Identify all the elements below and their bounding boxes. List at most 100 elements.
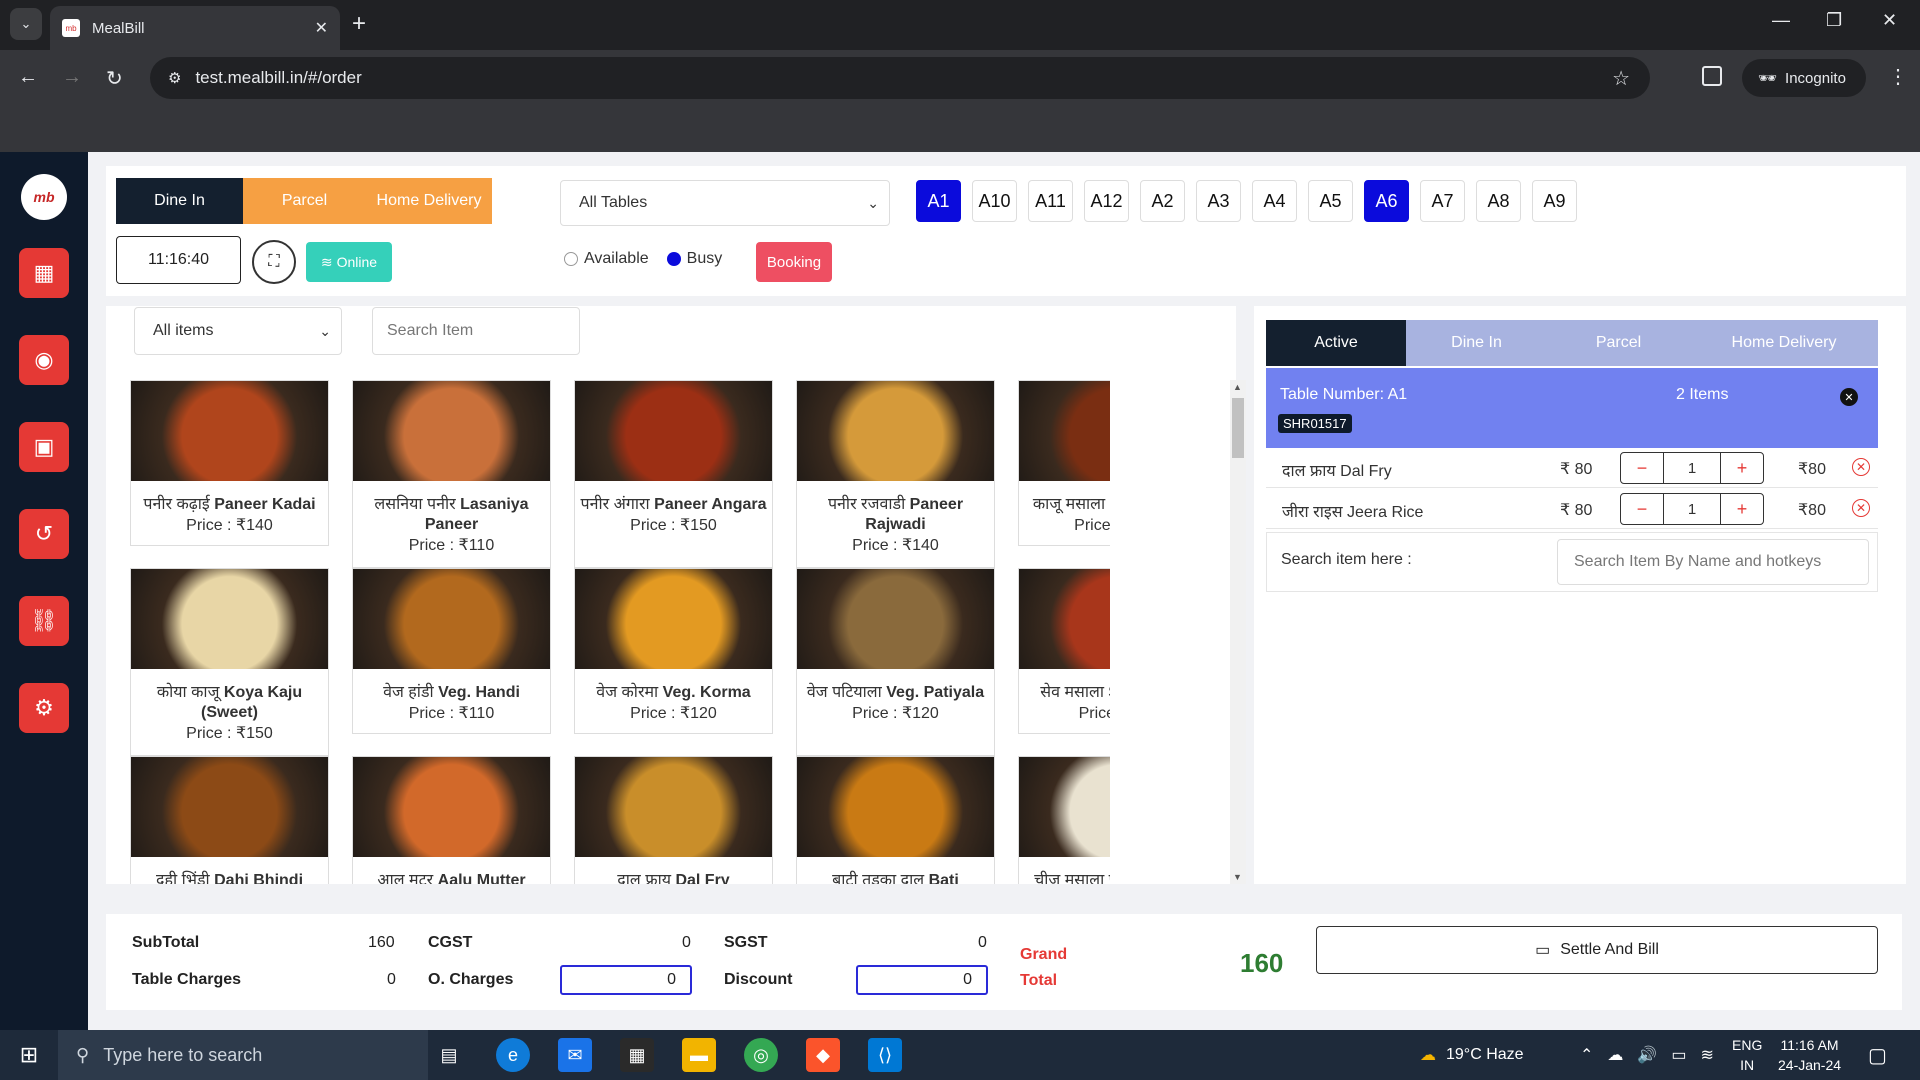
table-button-a9[interactable]: A9 [1532, 180, 1577, 222]
clock-widget[interactable]: 11:16 AM 24-Jan-24 [1778, 1030, 1841, 1080]
site-info-icon[interactable]: ⚙ [168, 69, 181, 87]
battery-icon[interactable]: ▭ [1671, 1045, 1686, 1065]
close-window-button[interactable]: ✕ [1882, 10, 1897, 31]
forward-icon[interactable]: → [62, 66, 82, 89]
table-button-a3[interactable]: A3 [1196, 180, 1241, 222]
browser-menu-icon[interactable]: ⋮ [1888, 64, 1908, 89]
menu-item-card[interactable]: काजू मसाला Kaju Masala Price : ₹140 [1018, 380, 1110, 546]
menu-scrollbar[interactable]: ▲ ▼ [1230, 380, 1246, 884]
table-button-a5[interactable]: A5 [1308, 180, 1353, 222]
settings-icon[interactable]: ⚙ [19, 683, 69, 733]
address-bar[interactable]: ⚙ test.mealbill.in/#/order ☆ [150, 57, 1650, 99]
table-filter-select[interactable]: All Tables ⌄ [560, 180, 890, 226]
minimize-button[interactable]: — [1772, 10, 1790, 31]
mail-icon[interactable]: ✉ [558, 1038, 592, 1072]
remove-item-icon[interactable]: ✕ [1852, 499, 1870, 517]
weather-widget[interactable]: ☁ 19°C Haze [1420, 1030, 1524, 1080]
order-type-dine-in[interactable]: Dine In [116, 178, 243, 224]
chevron-up-icon[interactable]: ⌃ [1580, 1045, 1593, 1065]
region-code: IN [1740, 1057, 1755, 1073]
tab-dine-in[interactable]: Dine In [1406, 320, 1547, 366]
dashboard-icon[interactable]: ▦ [19, 248, 69, 298]
settle-and-bill-button[interactable]: ▭ Settle And Bill [1316, 926, 1878, 974]
taskbar-search[interactable]: ⚲ Type here to search [58, 1030, 428, 1080]
booking-button[interactable]: Booking [756, 242, 832, 282]
tab-home-delivery[interactable]: Home Delivery [1690, 320, 1878, 366]
reload-icon[interactable]: ↻ [106, 66, 123, 91]
wifi-icon[interactable]: ≋ [1700, 1045, 1713, 1065]
restore-button[interactable]: ❐ [1826, 10, 1842, 31]
menu-item-card[interactable]: आलू मटर Aalu Mutter [352, 756, 551, 884]
incognito-badge[interactable]: 🕶 Incognito [1742, 59, 1866, 97]
decrease-qty-button[interactable]: − [1621, 453, 1663, 483]
link-icon[interactable]: ⛓ [19, 596, 69, 646]
onedrive-icon[interactable]: ☁ [1607, 1045, 1623, 1065]
menu-item-card[interactable]: लसनिया पनीर Lasaniya Paneer Price : ₹110 [352, 380, 551, 568]
qty-input[interactable]: 1 [1663, 453, 1721, 483]
scroll-up-icon[interactable]: ▲ [1233, 382, 1242, 392]
menu-item-card[interactable]: वेज हांडी Veg. Handi Price : ₹110 [352, 568, 551, 734]
wallet-icon[interactable]: ▣ [19, 422, 69, 472]
file-explorer-icon[interactable]: ▬ [682, 1038, 716, 1072]
category-select[interactable]: All items ⌄ [134, 307, 342, 355]
menu-item-card[interactable]: दाल फ्राय Dal Fry [574, 756, 773, 884]
new-tab-button[interactable]: + [352, 10, 366, 38]
tab-search-button[interactable]: ⌄ [10, 8, 42, 40]
online-status-button[interactable]: ≋ Online [306, 242, 392, 282]
notification-icon[interactable]: ▢ [1868, 1030, 1887, 1080]
volume-icon[interactable]: 🔊 [1637, 1045, 1657, 1065]
side-panel-icon[interactable] [1702, 66, 1722, 86]
table-button-a6[interactable]: A6 [1364, 180, 1409, 222]
table-button-a2[interactable]: A2 [1140, 180, 1185, 222]
order-search-input[interactable]: Search Item By Name and hotkeys [1557, 539, 1869, 585]
store-icon[interactable]: ▦ [620, 1038, 654, 1072]
vscode-icon[interactable]: ⟨⟩ [868, 1038, 902, 1072]
brave-icon[interactable]: ◆ [806, 1038, 840, 1072]
table-button-a1[interactable]: A1 [916, 180, 961, 222]
tab-active[interactable]: Active [1266, 320, 1406, 366]
menu-item-card[interactable]: पनीर अंगारा Paneer Angara Price : ₹150 [574, 380, 773, 568]
order-icon[interactable]: ◉ [19, 335, 69, 385]
menu-item-card[interactable]: बाटी तड़का दाल Bati [796, 756, 995, 884]
item-search-input[interactable]: Search Item [372, 307, 580, 355]
chrome-icon[interactable]: ◎ [744, 1038, 778, 1072]
menu-item-card[interactable]: चीज़ मसाला पापड़ Cheese [1018, 756, 1110, 884]
increase-qty-button[interactable]: + [1721, 494, 1763, 524]
table-button-a10[interactable]: A10 [972, 180, 1017, 222]
table-button-a4[interactable]: A4 [1252, 180, 1297, 222]
menu-item-card[interactable]: कोया काजू Koya Kaju (Sweet) Price : ₹150 [130, 568, 329, 756]
active-table-header[interactable]: Table Number: A1 2 Items SHR01517 ✕ [1266, 368, 1878, 448]
increase-qty-button[interactable]: + [1721, 453, 1763, 483]
menu-item-card[interactable]: सेव मसाला Sev Masala Price : ₹90 [1018, 568, 1110, 734]
menu-item-card[interactable]: वेज पटियाला Veg. Patiyala Price : ₹120 [796, 568, 995, 756]
menu-item-card[interactable]: पनीर कढ़ाई Paneer Kadai Price : ₹140 [130, 380, 329, 546]
discount-input[interactable]: 0 [856, 965, 988, 995]
back-icon[interactable]: ← [18, 66, 38, 89]
qty-input[interactable]: 1 [1663, 494, 1721, 524]
remove-item-icon[interactable]: ✕ [1852, 458, 1870, 476]
table-button-a8[interactable]: A8 [1476, 180, 1521, 222]
language-indicator[interactable]: ENG IN [1732, 1030, 1762, 1080]
tab-parcel[interactable]: Parcel [1547, 320, 1690, 366]
order-type-parcel[interactable]: Parcel [243, 178, 366, 224]
menu-item-card[interactable]: पनीर रजवाडी Paneer Rajwadi Price : ₹140 [796, 380, 995, 568]
close-tab-icon[interactable]: ✕ [315, 18, 328, 38]
table-button-a12[interactable]: A12 [1084, 180, 1129, 222]
scroll-thumb[interactable] [1232, 398, 1244, 458]
other-charges-input[interactable]: 0 [560, 965, 692, 995]
table-button-a11[interactable]: A11 [1028, 180, 1073, 222]
menu-item-card[interactable]: दही भिंडी Dahi Bhindi [130, 756, 329, 884]
task-view-icon[interactable]: ▤ [432, 1038, 466, 1072]
edge-icon[interactable]: e [496, 1038, 530, 1072]
fullscreen-icon[interactable]: ⛶ [252, 240, 296, 284]
windows-start-icon[interactable]: ⊞ [12, 1038, 46, 1072]
close-order-icon[interactable]: ✕ [1840, 388, 1858, 406]
menu-item-card[interactable]: वेज कोरमा Veg. Korma Price : ₹120 [574, 568, 773, 734]
history-icon[interactable]: ↺ [19, 509, 69, 559]
bookmark-star-icon[interactable]: ☆ [1612, 66, 1630, 91]
browser-tab[interactable]: mb MealBill ✕ [50, 6, 340, 50]
scroll-down-icon[interactable]: ▼ [1233, 872, 1242, 882]
table-button-a7[interactable]: A7 [1420, 180, 1465, 222]
decrease-qty-button[interactable]: − [1621, 494, 1663, 524]
order-type-home-delivery[interactable]: Home Delivery [366, 178, 492, 224]
